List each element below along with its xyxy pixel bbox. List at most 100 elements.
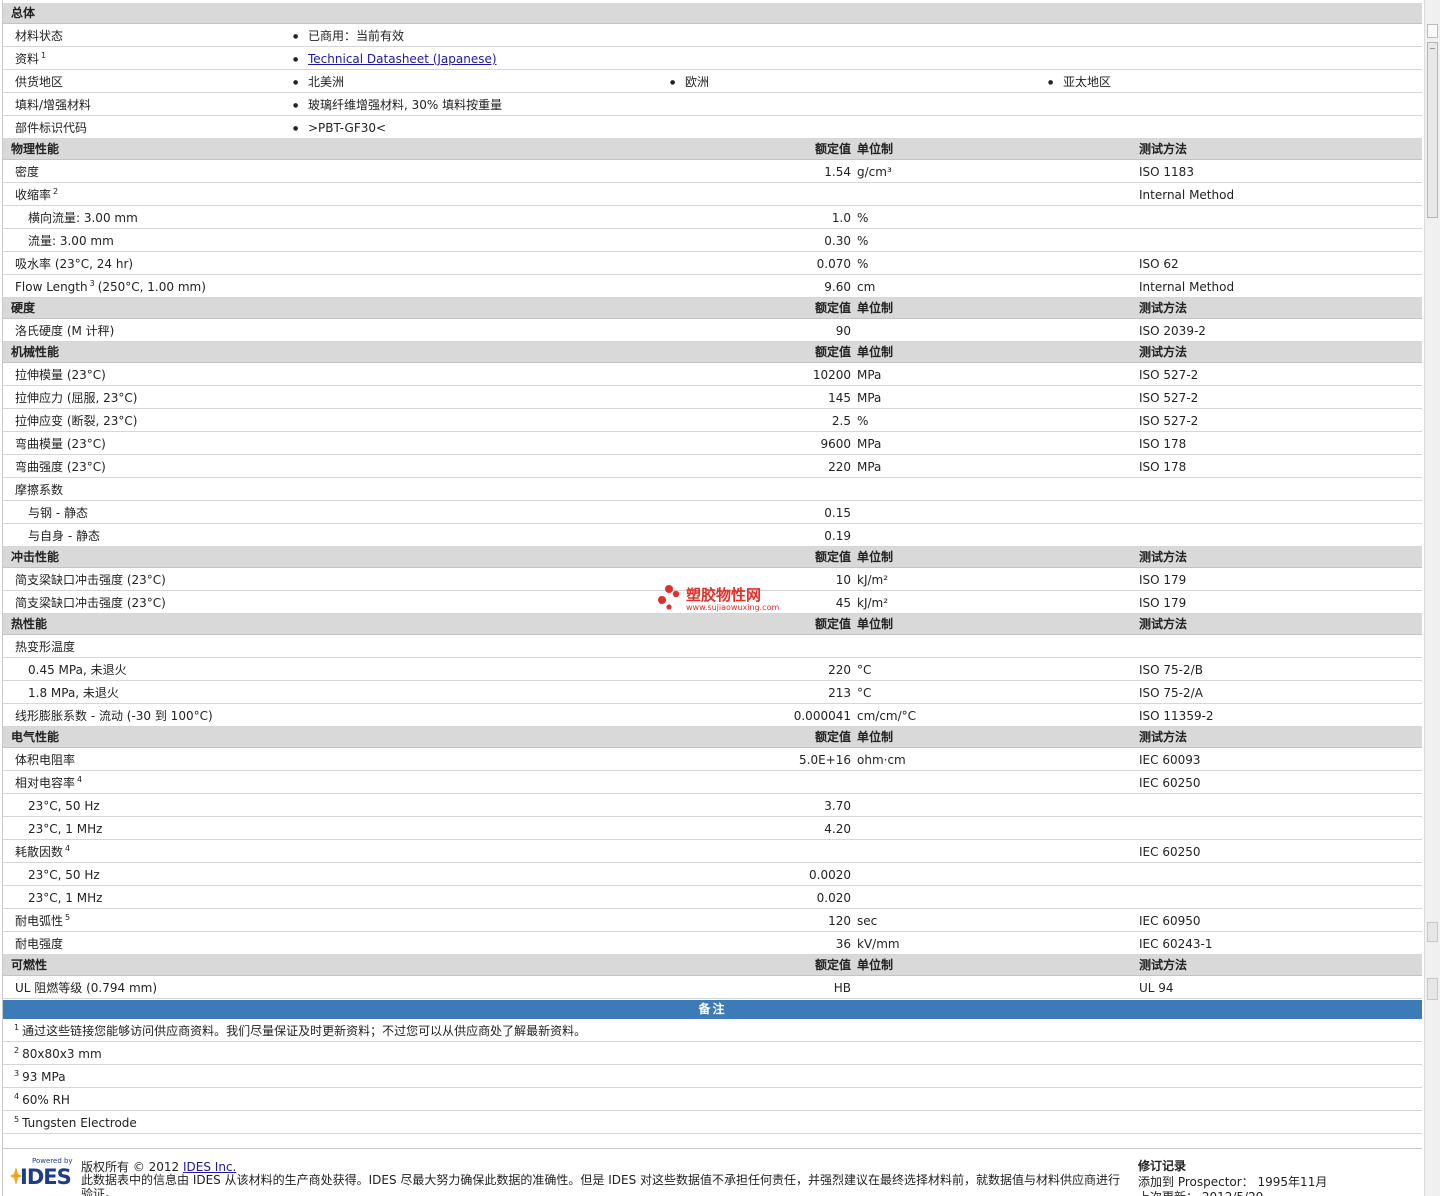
note-text: 5 Tungsten Electrode	[14, 1111, 137, 1135]
property-name: 耗散因数 4	[15, 840, 70, 864]
property-name: 拉伸应力 (屈服, 23°C)	[15, 386, 137, 410]
property-unit: %	[857, 414, 869, 428]
vertical-scrollbar[interactable]	[1424, 0, 1440, 1196]
scrollbar-thumb[interactable]	[1427, 42, 1438, 218]
property-name-text: 热变形温度	[15, 640, 76, 654]
property-name: 资料 1	[15, 47, 46, 71]
updated-label: 上次更新：	[1138, 1190, 1198, 1196]
ides-logo[interactable]: Powered by IDES	[10, 1157, 75, 1189]
property-row: 与自身 - 静态 0.19	[3, 524, 1422, 547]
section-title: 冲击性能	[11, 550, 60, 564]
property-name-text: 收缩率	[15, 188, 52, 202]
section-title: 总体	[11, 6, 36, 20]
property-row: 横向流量: 3.00 mm 1.0%	[3, 206, 1422, 229]
property-row: 弯曲模量 (23°C) 9600 MPa ISO 178	[3, 432, 1422, 455]
unit-column-header: 单位制	[857, 730, 894, 744]
property-row: 流量: 3.00 mm 0.30%	[3, 229, 1422, 252]
property-value: 220	[828, 663, 851, 677]
scrollbar-track-segment[interactable]	[1427, 922, 1438, 942]
property-name: 23°C, 50 Hz	[28, 794, 100, 818]
property-name-text: 23°C, 50 Hz	[28, 799, 100, 813]
test-method: IEC 60950	[1139, 914, 1201, 928]
section-title: 可燃性	[11, 958, 48, 972]
test-method: ISO 179	[1139, 573, 1187, 587]
property-name-text: 体积电阻率	[15, 753, 76, 767]
property-name-text: 相对电容率	[15, 776, 76, 790]
test-method: ISO 178	[1139, 437, 1187, 451]
footnote-ref: 2	[53, 187, 59, 196]
scrollbar-track-segment[interactable]	[1427, 978, 1438, 1000]
watermark-url: www.sujiaowuxing.com	[686, 603, 780, 612]
test-method: IEC 60250	[1139, 845, 1201, 859]
test-method: ISO 178	[1139, 460, 1187, 474]
property-name-text: 资料	[15, 52, 40, 66]
property-name-text: UL 阻燃等级 (0.794 mm)	[15, 981, 158, 995]
property-name: 1.8 MPa, 未退火	[28, 681, 119, 705]
unit-column-header: 单位制	[857, 345, 894, 359]
property-name: 耐电弧性 5	[15, 909, 70, 933]
property-name: 横向流量: 3.00 mm	[28, 206, 138, 230]
property-row: 耗散因数 4 IEC 60250	[3, 840, 1422, 863]
section-title: 热性能	[11, 617, 48, 631]
powered-by-text: Powered by	[32, 1157, 73, 1165]
property-row: 0.45 MPa, 未退火 220 °C ISO 75-2/B	[3, 658, 1422, 681]
last-updated: 上次更新： 2012/5/29	[1138, 1188, 1263, 1196]
property-name-text: 弯曲模量 (23°C)	[15, 437, 106, 451]
property-unit: kJ/m²	[857, 573, 889, 587]
test-method: IEC 60093	[1139, 753, 1201, 767]
property-name: 23°C, 1 MHz	[28, 886, 102, 910]
property-unit: ohm·cm	[857, 753, 906, 767]
general-row: 资料1 Technical Datasheet (Japanese)	[3, 47, 1422, 72]
technical-datasheet-link[interactable]: Technical Datasheet (Japanese)	[308, 52, 497, 66]
updated-value: 2012/5/29	[1202, 1190, 1264, 1196]
property-value: 1.0	[831, 211, 851, 225]
property-row: 拉伸应力 (屈服, 23°C) 145 MPa ISO 527-2	[3, 386, 1422, 409]
value-column-header: 额定值	[814, 958, 851, 972]
property-name-text: 耐电弧性	[15, 914, 64, 928]
property-unit: %	[857, 211, 869, 225]
added-value: 1995年11月	[1257, 1175, 1328, 1189]
scroll-up-arrow-icon[interactable]	[1427, 24, 1438, 38]
property-name-text: 耐电强度	[15, 937, 64, 951]
property-name: 拉伸模量 (23°C)	[15, 363, 106, 387]
property-unit: sec	[857, 914, 878, 928]
section-title: 机械性能	[11, 345, 60, 359]
property-condition: (250°C, 1.00 mm)	[97, 280, 206, 294]
general-row: 材料状态 已商用：当前有效	[3, 24, 1422, 49]
footnote-ref: 3	[89, 279, 95, 288]
property-name: UL 阻燃等级 (0.794 mm)	[15, 976, 157, 1000]
watermark: 塑胶物性网 www.sujiaowuxing.com	[657, 582, 787, 616]
section-header: 机械性能 额定值 单位制 测试方法	[3, 342, 1422, 363]
general-row: 填料/增强材料 玻璃纤维增强材料, 30% 填料按重量	[3, 93, 1422, 118]
section-title: 电气性能	[11, 730, 60, 744]
test-method: ISO 527-2	[1139, 391, 1199, 405]
property-name-text: 0.45 MPa, 未退火	[28, 663, 127, 677]
footnote-ref: 5	[65, 913, 71, 922]
property-name: 23°C, 50 Hz	[28, 863, 100, 887]
property-name: 体积电阻率	[15, 748, 75, 772]
property-name-text: 与自身 - 静态	[28, 529, 100, 543]
property-unit: MPa	[857, 460, 882, 474]
property-value: 9600	[820, 437, 851, 451]
test-method-column-header: 测试方法	[1139, 958, 1188, 972]
property-value: 90	[835, 324, 851, 338]
unit-column-header: 单位制	[857, 301, 894, 315]
section-header: 可燃性 额定值 单位制 测试方法	[3, 955, 1422, 976]
property-row: Flow Length 3 (250°C, 1.00 mm) 9.60 cm Intern…	[3, 275, 1422, 298]
section-title: 硬度	[11, 301, 36, 315]
property-name-text: 拉伸应变 (断裂, 23°C)	[15, 414, 138, 428]
test-method-column-header: 测试方法	[1139, 345, 1188, 359]
bullet-item: 北美洲	[293, 70, 344, 95]
section-header: 硬度 额定值 单位制 测试方法	[3, 298, 1422, 319]
property-unit: MPa	[857, 391, 882, 405]
note-text: 3 93 MPa	[14, 1065, 66, 1089]
test-method: ISO 179	[1139, 596, 1187, 610]
property-name: 23°C, 1 MHz	[28, 817, 102, 841]
note-text: 2 80x80x3 mm	[14, 1042, 102, 1066]
notes-header: 备注	[3, 1000, 1422, 1019]
bullet-item: 玻璃纤维增强材料, 30% 填料按重量	[293, 93, 502, 118]
property-value: 0.000041	[793, 709, 851, 723]
ides-inc-link[interactable]: IDES Inc.	[183, 1160, 236, 1174]
unit-column-header: 单位制	[857, 958, 894, 972]
footnote-number: 2	[14, 1046, 20, 1055]
